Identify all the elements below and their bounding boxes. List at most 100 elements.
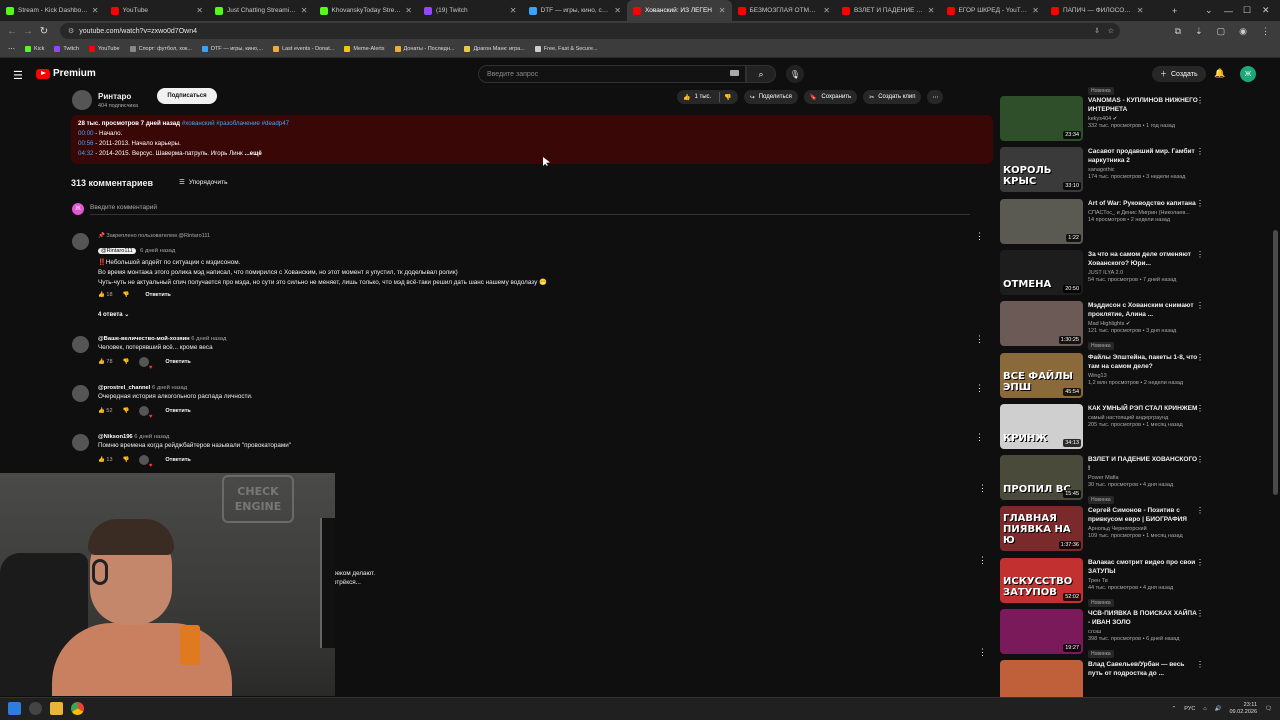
video-channel[interactable]: Wing13: [1088, 373, 1200, 379]
voice-search-button[interactable]: 🎙: [786, 65, 804, 83]
split-icon[interactable]: ▢: [1217, 26, 1226, 37]
video-title[interactable]: Мэддисон с Хованским снимают проклятие, …: [1088, 301, 1200, 319]
comment-author[interactable]: @Ваше-величество-мой-хозяин: [98, 336, 190, 342]
bookmark-star-icon[interactable]: ☆: [1108, 27, 1114, 35]
browser-tab[interactable]: YouTube ✕: [105, 0, 210, 21]
video-menu-icon[interactable]: ⋮: [1196, 199, 1204, 208]
bookmark-item[interactable]: YouTube: [88, 46, 120, 52]
comment-menu-icon[interactable]: ⋮: [975, 383, 984, 394]
video-title[interactable]: Влад Савельев/Урбан — весь путь от подро…: [1088, 660, 1200, 678]
video-channel[interactable]: СПАСТос_ и Денис Мигрин (Николаев...: [1088, 210, 1200, 216]
scrollbar-thumb[interactable]: [1273, 230, 1278, 495]
language-indicator[interactable]: РУС: [1184, 706, 1195, 712]
comment-menu-icon[interactable]: ⋮: [978, 483, 987, 494]
browser-tab[interactable]: Just Chatting Streaming - ✕: [209, 0, 314, 21]
tab-close-icon[interactable]: ✕: [614, 6, 621, 15]
related-video[interactable]: 1:30:25 Мэддисон с Хованским снимают прок…: [1000, 301, 1210, 351]
chrome-icon[interactable]: [71, 702, 84, 715]
video-channel[interactable]: слэш: [1088, 629, 1200, 635]
apps-icon[interactable]: ⋯: [8, 45, 15, 53]
related-video[interactable]: ВСЕ ФАЙЛЫ ЭПШ 45:54 Файлы Эпштейна, пакеты…: [1000, 352, 1210, 403]
bookmark-item[interactable]: Last events - Donat...: [273, 46, 334, 52]
install-icon[interactable]: ⇩: [1094, 27, 1100, 35]
like-button[interactable]: 👍 1 тыс. 👎: [677, 90, 738, 104]
network-icon[interactable]: ⌂: [1203, 706, 1206, 712]
video-title[interactable]: Сасавот продавший мир. Гамбит наркутника…: [1088, 147, 1200, 165]
video-thumbnail[interactable]: ИСКУССТВО ЗАТУПОВ 52:02: [1000, 557, 1083, 603]
comment-like-button[interactable]: 👍 78: [98, 359, 113, 365]
video-menu-icon[interactable]: ⋮: [1196, 455, 1204, 464]
tab-close-icon[interactable]: ✕: [1032, 6, 1039, 15]
video-menu-icon[interactable]: ⋮: [1196, 404, 1204, 413]
video-menu-icon[interactable]: ⋮: [1196, 96, 1204, 105]
sort-comments-button[interactable]: ☰ Упорядочить: [179, 178, 228, 187]
browser-tab[interactable]: ЕГОР ШКРЕД - YouTube ✕: [941, 0, 1046, 21]
related-video[interactable]: 23:34 VANOMAS - КУПЛИНОВ НИЖНЕГО ИНТЕРНЕТ…: [1000, 96, 1210, 146]
profile-icon[interactable]: ◉: [1239, 26, 1247, 37]
video-channel[interactable]: Power Mafia: [1088, 475, 1200, 481]
browser-tab[interactable]: ВЗЛЕТ И ПАДЕНИЕ ХОВ ✕: [836, 0, 941, 21]
video-channel[interactable]: Mad Highlights ✔: [1088, 321, 1200, 327]
reload-icon[interactable]: ↻: [36, 26, 52, 37]
url-bar[interactable]: ⚙ youtube.com/watch?v=zxwo0d7Own4 ⇩ ☆: [60, 23, 1120, 39]
video-menu-icon[interactable]: ⋮: [1196, 147, 1204, 156]
video-thumbnail[interactable]: 1:30:25: [1000, 301, 1083, 347]
tab-close-icon[interactable]: ✕: [928, 6, 935, 15]
related-video[interactable]: ОТМЕНА 20:50 За что на самом деле отменяют…: [1000, 249, 1210, 300]
reply-button[interactable]: Ответить: [145, 292, 170, 298]
video-thumbnail[interactable]: 23:34: [1000, 96, 1083, 141]
bookmark-item[interactable]: Meme-Alerts: [344, 46, 385, 52]
video-title[interactable]: ВЗЛЕТ И ПАДЕНИЕ ХОВАНСКОГО !: [1088, 455, 1200, 473]
comment-avatar[interactable]: [72, 336, 89, 353]
keyboard-icon[interactable]: [730, 70, 739, 76]
video-channel[interactable]: самый настоящий андерграунд: [1088, 415, 1200, 421]
search-button[interactable]: ⌕: [746, 65, 776, 83]
video-thumbnail[interactable]: ВСЕ ФАЙЛЫ ЭПШ 45:54: [1000, 352, 1083, 398]
file-explorer-icon[interactable]: [50, 702, 63, 715]
chapter-timestamp[interactable]: 04:32: [78, 150, 93, 157]
video-channel[interactable]: kekys404 ✔: [1088, 116, 1200, 122]
notifications-bell-icon[interactable]: 🔔: [1214, 68, 1225, 79]
video-thumbnail[interactable]: ГЛАВНАЯ ПИЯВКА НА Ю 1:37:36: [1000, 506, 1083, 552]
comment-author[interactable]: @Nikson196: [98, 434, 133, 440]
downloads-icon[interactable]: ⇣: [1195, 26, 1203, 37]
video-menu-icon[interactable]: ⋮: [1196, 353, 1204, 362]
new-tab-button[interactable]: +: [1172, 0, 1177, 21]
video-title[interactable]: КАК УМНЫЙ РЭП СТАЛ КРИНЖЕМ: [1088, 404, 1200, 413]
browser-tab[interactable]: Stream - Kick Dashboard ✕: [0, 0, 105, 21]
tab-close-icon[interactable]: ✕: [405, 6, 412, 15]
related-video[interactable]: ИСКУССТВО ЗАТУПОВ 52:02 Валакас смотрит ви…: [1000, 557, 1210, 608]
comment-avatar[interactable]: [72, 385, 89, 402]
bookmark-item[interactable]: Free, Fast & Secure...: [534, 46, 598, 52]
comment-menu-icon[interactable]: ⋮: [975, 334, 984, 345]
related-video[interactable]: 19:27 ЧСВ-ПИЯВКА В ПОИСКАХ ХАЙПА - ИВАН З…: [1000, 609, 1210, 659]
tab-search-icon[interactable]: ⌄: [1205, 0, 1213, 21]
channel-avatar[interactable]: [72, 90, 92, 110]
video-thumbnail[interactable]: 1:22: [1000, 198, 1083, 244]
clip-button[interactable]: ✂ Создать клип: [863, 90, 922, 104]
video-thumbnail[interactable]: 19:27: [1000, 609, 1083, 654]
bookmark-item[interactable]: Спорт: футбол, хок...: [129, 46, 192, 52]
hashtags[interactable]: #хованский #разоблачение #deadp47: [182, 120, 289, 127]
show-replies-button[interactable]: 4 ответа ⌄: [98, 311, 968, 318]
tab-close-icon[interactable]: ✕: [196, 6, 203, 15]
show-more-link[interactable]: ...ещё: [245, 150, 262, 157]
page-scrollbar[interactable]: [1273, 90, 1278, 696]
comment-avatar[interactable]: [72, 434, 89, 451]
reply-button[interactable]: Ответить: [165, 359, 190, 365]
tab-close-icon[interactable]: ✕: [1137, 6, 1144, 15]
browser-tab[interactable]: БЕЗМОЗГЛАЯ ОТМЕНА Х✕: [732, 0, 837, 21]
video-menu-icon[interactable]: ⋮: [1196, 301, 1204, 310]
video-title[interactable]: Файлы Эпштейна, пакеты 1-8, что там на с…: [1088, 353, 1200, 371]
comment-like-button[interactable]: 👍 52: [98, 408, 113, 414]
yandex-browser-icon[interactable]: [29, 702, 42, 715]
tab-close-icon[interactable]: ✕: [301, 6, 308, 15]
subscribe-button[interactable]: Подписаться: [157, 88, 217, 104]
video-thumbnail[interactable]: КОРОЛЬ КРЫС 33:10: [1000, 147, 1083, 193]
video-thumbnail[interactable]: КРИНЖ 34:13: [1000, 403, 1083, 449]
search-input[interactable]: Введите запрос: [478, 65, 746, 83]
forward-icon[interactable]: →: [20, 26, 36, 37]
comment-input[interactable]: Введите комментарий: [90, 204, 970, 215]
reply-button[interactable]: Ответить: [165, 457, 190, 463]
video-menu-icon[interactable]: ⋮: [1196, 660, 1204, 669]
